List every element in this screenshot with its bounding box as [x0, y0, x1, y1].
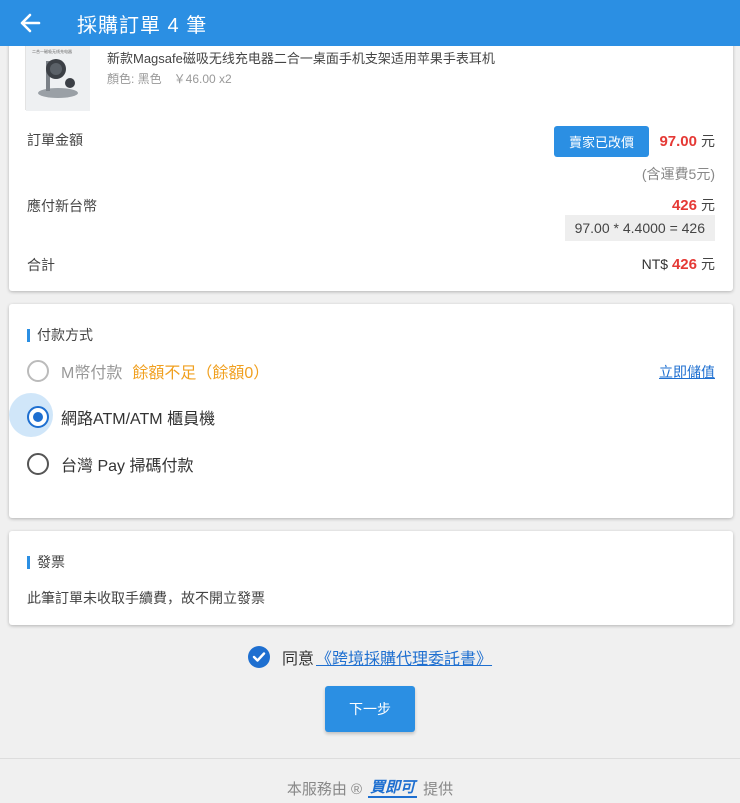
- footer-divider: [0, 758, 740, 759]
- product-variant: 顏色: 黑色 ￥46.00 x2: [107, 72, 232, 86]
- section-accent-bar: [27, 328, 30, 342]
- checkbox-checked-icon[interactable]: [248, 646, 270, 668]
- agreement-prefix: 同意: [282, 651, 315, 668]
- order-amount: 97.00 元: [659, 131, 715, 151]
- invoice-section-title: 發票: [37, 554, 65, 570]
- currency-unit: 元: [701, 256, 715, 272]
- payment-option-label: M幣付款: [61, 365, 123, 382]
- currency-unit: 元: [701, 197, 715, 213]
- total-label: 合計: [27, 257, 55, 273]
- app-bar: 採購訂單 4 筆: [0, 0, 740, 46]
- footer-suffix: 提供: [423, 781, 454, 798]
- radio-checked-icon[interactable]: [27, 406, 49, 428]
- payment-option-atm[interactable]: 網路ATM/ATM 櫃員機: [27, 405, 215, 429]
- provider-logo: 買即可: [368, 778, 418, 798]
- twd-payable-label: 應付新台幣: [27, 198, 97, 214]
- invoice-section-header: 發票: [27, 552, 65, 572]
- insufficient-balance-note: 餘額不足（餘額0）: [132, 365, 270, 382]
- order-amount-label: 訂單金額: [27, 132, 83, 148]
- payment-section-title: 付款方式: [37, 327, 93, 343]
- price-changed-button[interactable]: 賣家已改價: [554, 126, 649, 157]
- radio-unchecked-icon[interactable]: [27, 360, 49, 382]
- section-accent-bar: [27, 555, 30, 569]
- twd-payable-value: 426: [671, 197, 697, 214]
- invoice-note: 此筆訂單未收取手續費，故不開立發票: [27, 590, 265, 606]
- page-title: 採購訂單 4 筆: [77, 14, 208, 37]
- radio-unchecked-icon[interactable]: [27, 453, 49, 475]
- twd-payable: 426 元: [672, 195, 715, 215]
- payment-option-label: 台灣 Pay 掃碼付款: [61, 458, 194, 475]
- currency-unit: 元: [701, 133, 715, 149]
- agreement-checkbox-row[interactable]: 同意 《跨境採購代理委託書》: [248, 645, 492, 669]
- payment-option-label: 網路ATM/ATM 櫃員機: [61, 411, 216, 428]
- order-total: NT$ 426 元: [642, 254, 715, 274]
- order-amount-value: 97.00: [659, 133, 697, 150]
- footer-prefix: 本服務由 ®: [286, 781, 363, 798]
- thumb-caption: 二合一磁吸无线充电器: [32, 48, 72, 54]
- back-arrow-icon[interactable]: [8, 0, 52, 46]
- payment-option-mcoin[interactable]: M幣付款 餘額不足（餘額0）: [27, 359, 269, 383]
- next-step-button[interactable]: 下一步: [325, 686, 415, 732]
- payment-option-taiwan-pay[interactable]: 台灣 Pay 掃碼付款: [27, 452, 193, 476]
- product-name: 新款Magsafe磁吸无线充电器二合一桌面手机支架适用苹果手表耳机: [107, 51, 495, 66]
- exchange-calculation: 97.00 * 4.4000 = 426: [564, 215, 715, 241]
- total-currency-prefix: NT$: [641, 256, 669, 272]
- agreement-link[interactable]: 《跨境採購代理委託書》: [316, 645, 492, 669]
- invoice-card: 發票 此筆訂單未收取手續費，故不開立發票: [9, 531, 733, 625]
- product-thumbnail[interactable]: 二合一磁吸无线充电器: [25, 42, 90, 111]
- shipping-note: (含運費5元): [641, 166, 715, 182]
- total-value: 426: [671, 256, 697, 273]
- topup-link[interactable]: 立即儲值: [659, 362, 715, 382]
- footer: 本服務由 ® 買即可 提供: [0, 778, 740, 799]
- payment-section-header: 付款方式: [27, 325, 93, 345]
- order-summary-card: 二合一磁吸无线充电器 新款Magsafe磁吸无线充电器二合一桌面手机支架适用苹果…: [9, 30, 733, 291]
